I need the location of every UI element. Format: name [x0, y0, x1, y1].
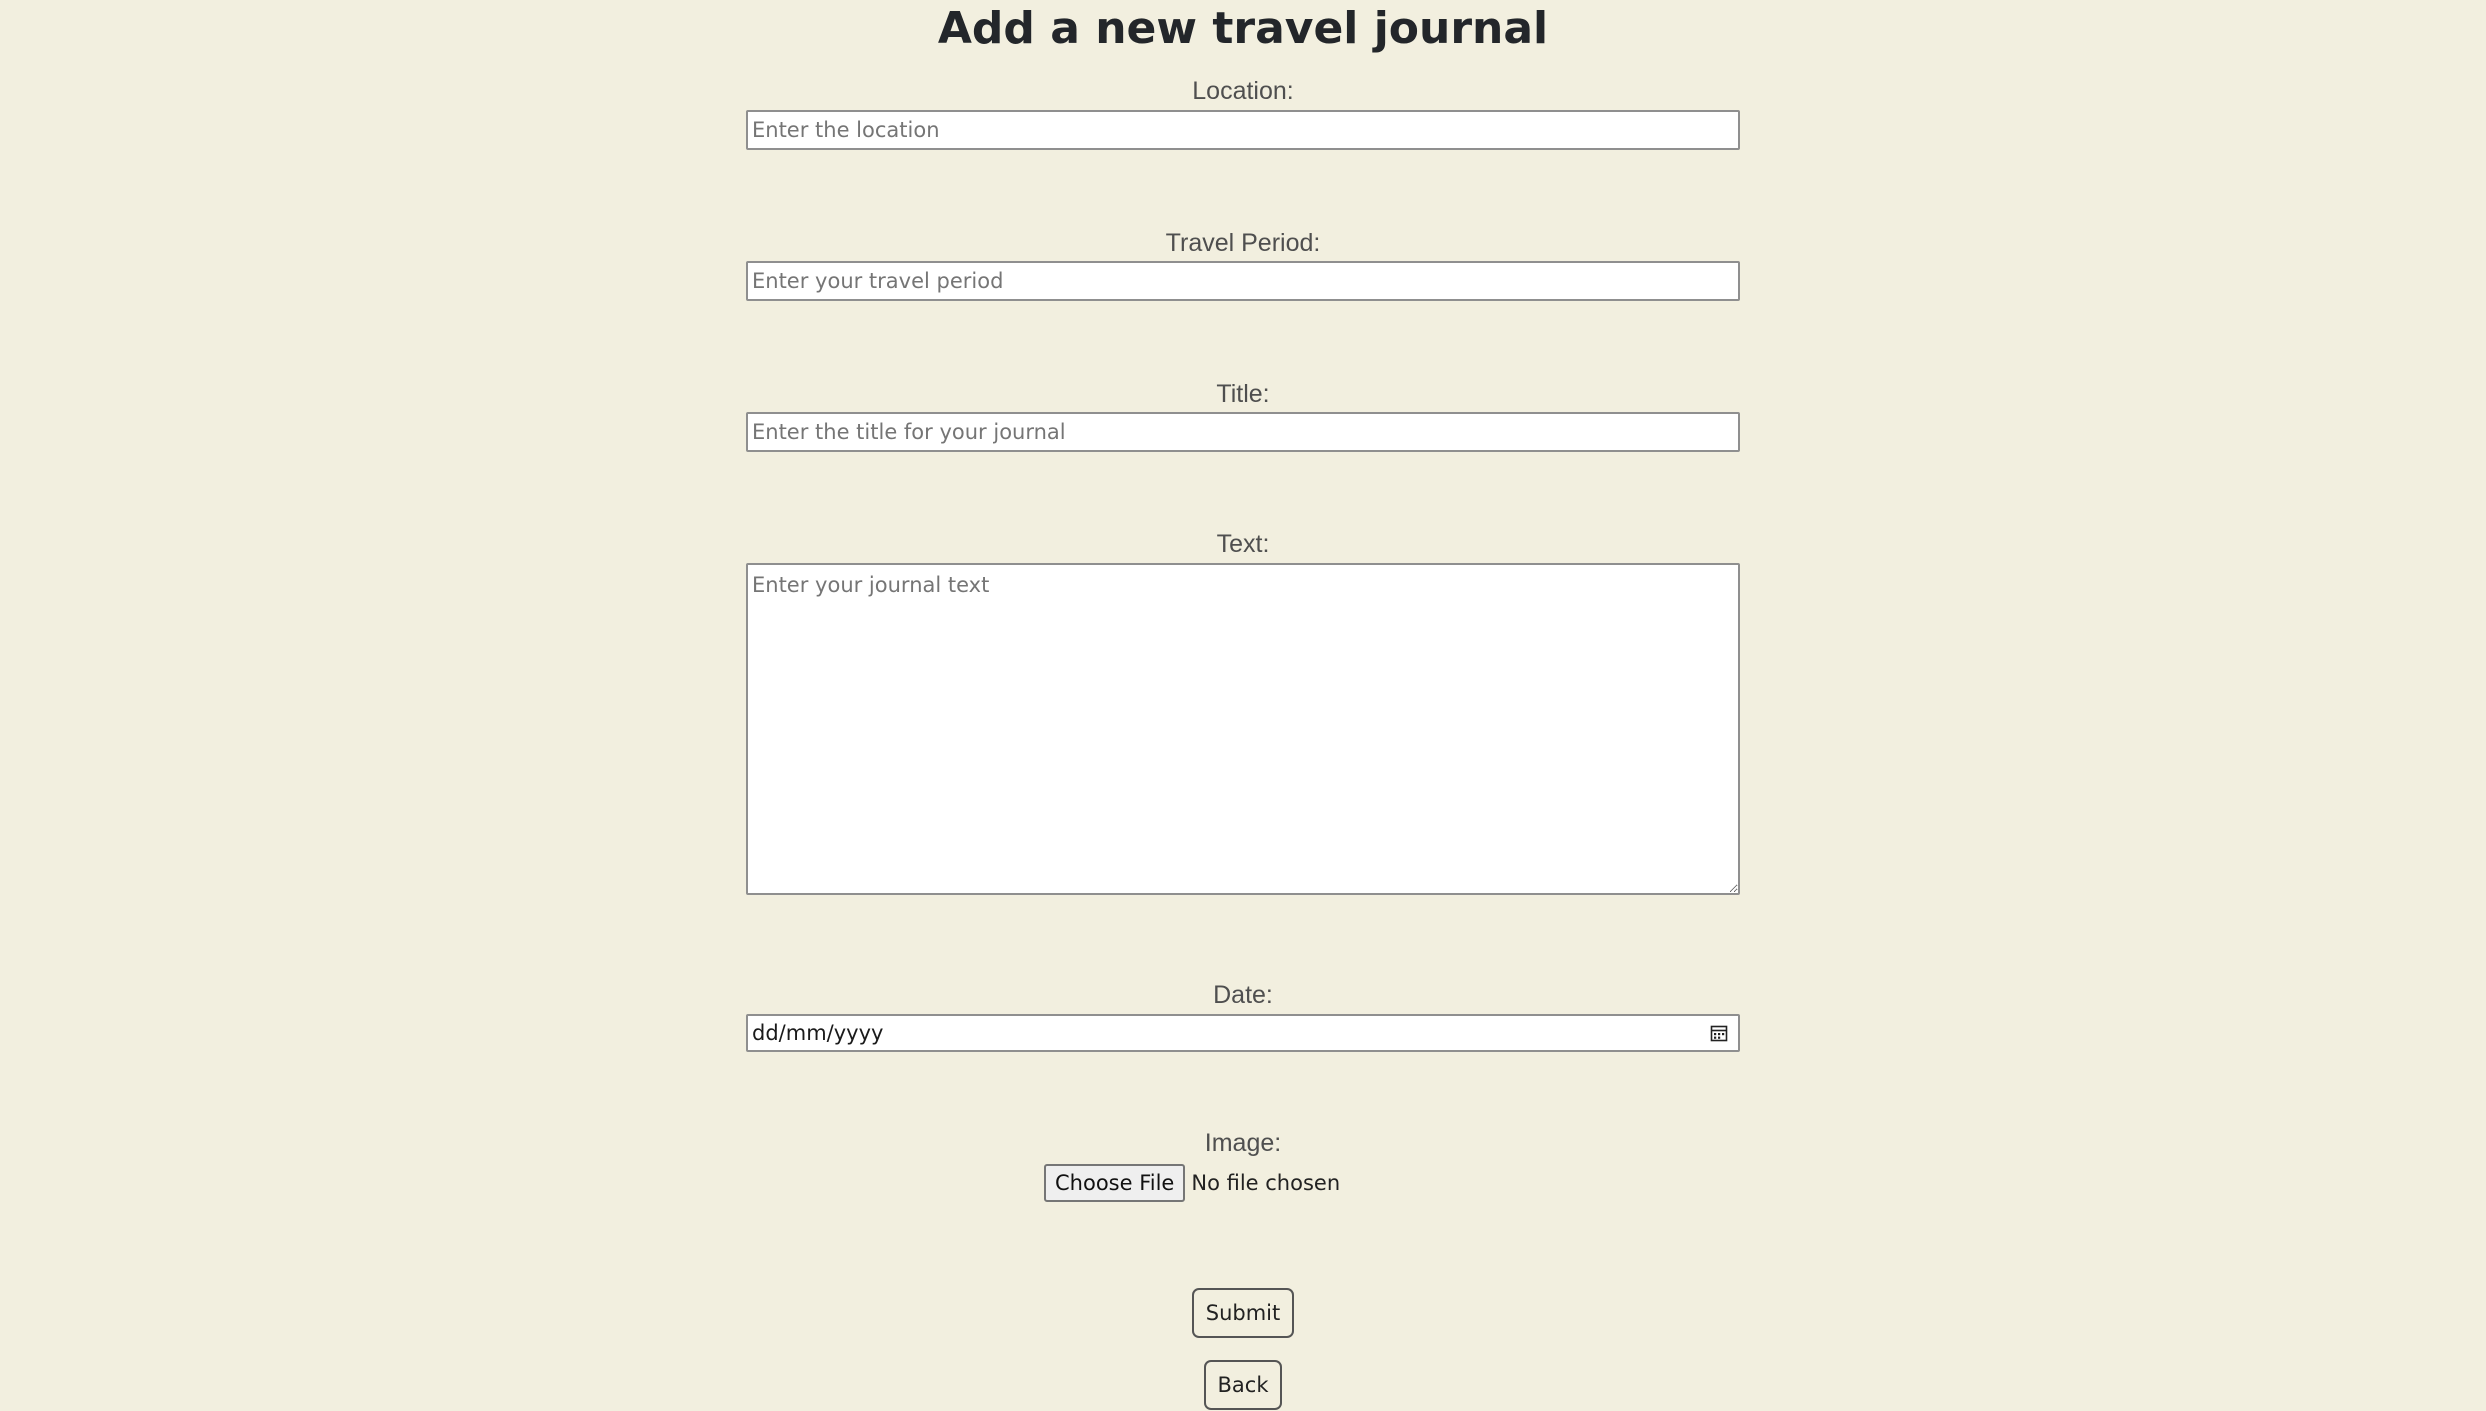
choose-file-button[interactable]: Choose File: [1044, 1164, 1186, 1202]
date-input[interactable]: dd/mm/yyyy: [746, 1014, 1740, 1052]
image-label: Image:: [1204, 1129, 1282, 1157]
file-status-text: No file chosen: [1191, 1171, 1341, 1195]
back-button[interactable]: Back: [1204, 1360, 1282, 1410]
image-file-input[interactable]: Choose File No file chosen: [1044, 1164, 1340, 1202]
location-label: Location:: [1192, 77, 1294, 105]
title-label: Title:: [1216, 380, 1270, 408]
page-title: Add a new travel journal: [937, 3, 1549, 54]
journal-text-area[interactable]: [746, 563, 1740, 895]
text-label: Text:: [1216, 530, 1270, 558]
travel-period-input[interactable]: [746, 261, 1740, 301]
submit-button[interactable]: Submit: [1192, 1288, 1294, 1338]
date-label: Date:: [1213, 981, 1273, 1009]
calendar-icon[interactable]: [1710, 1024, 1728, 1042]
travel-period-label: Travel Period:: [1165, 229, 1321, 257]
location-input[interactable]: [746, 110, 1740, 150]
date-format-placeholder: dd/mm/yyyy: [752, 1021, 884, 1045]
title-input[interactable]: [746, 412, 1740, 452]
